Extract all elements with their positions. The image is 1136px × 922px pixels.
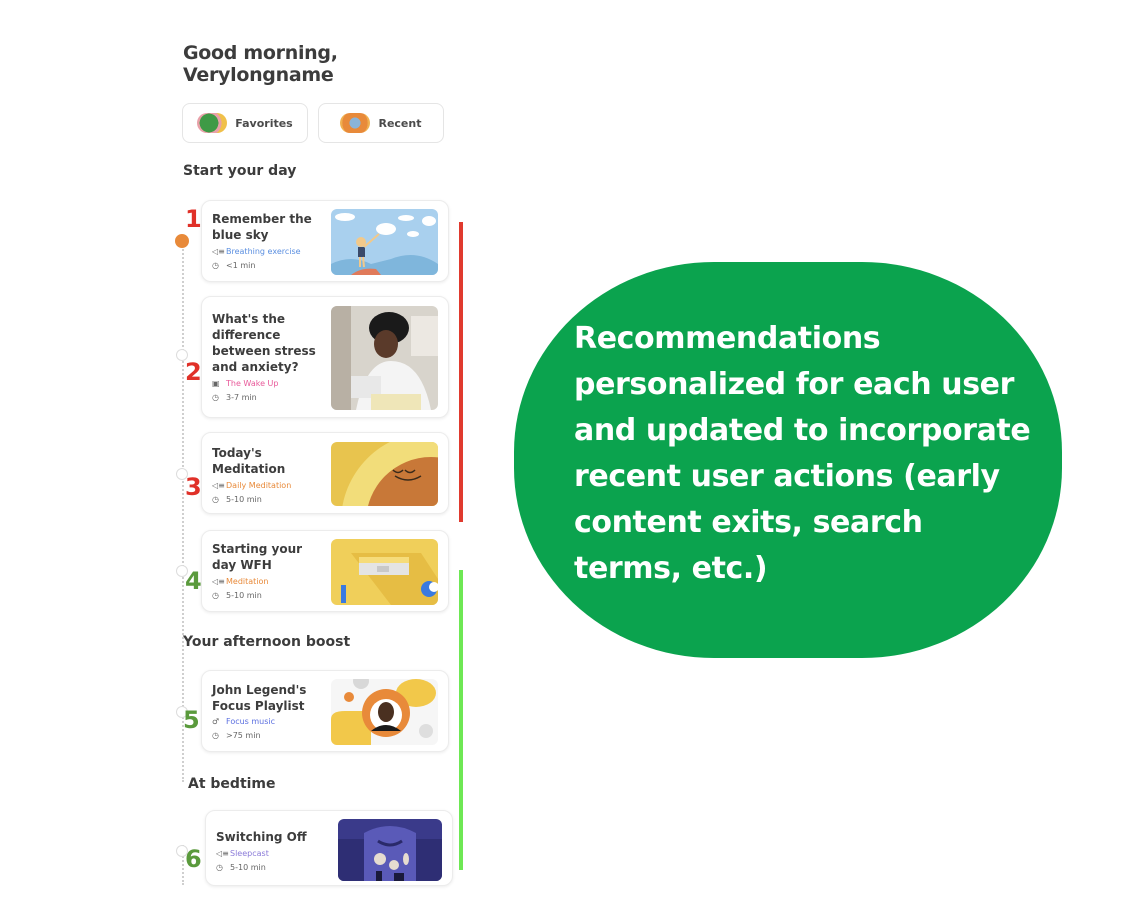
- favorites-button[interactable]: Favorites: [182, 103, 308, 143]
- audio-icon: ◁≡: [212, 247, 225, 256]
- music-icon: ♂: [212, 717, 220, 726]
- card-duration: ◷ 5-10 min: [216, 863, 266, 872]
- content-card[interactable]: Remember the blue sky ◁≡ Breathing exerc…: [201, 200, 449, 282]
- thumbnail-desk-workspace: [331, 539, 438, 605]
- favorites-collage-icon: [197, 113, 228, 133]
- card-duration: ◷ 3-7 min: [212, 393, 257, 402]
- video-icon: ▣: [212, 379, 220, 388]
- section-title-afternoon-boost: Your afternoon boost: [183, 634, 351, 650]
- card-category: ♂ Focus music: [212, 717, 275, 726]
- duration-label: >75 min: [226, 731, 261, 740]
- card-duration: ◷ >75 min: [212, 731, 261, 740]
- category-label: Breathing exercise: [226, 247, 301, 256]
- thumbnail-girl-reaching-clouds: [331, 209, 438, 275]
- favorites-label: Favorites: [235, 116, 293, 130]
- recent-collage-icon: [340, 113, 371, 133]
- audio-icon: ◁≡: [216, 849, 229, 858]
- annotation-bar-red: [459, 222, 463, 522]
- category-label: Sleepcast: [230, 849, 269, 858]
- annotation-bar-green: [459, 570, 463, 870]
- card-category: ◁≡ Daily Meditation: [212, 481, 291, 490]
- content-card[interactable]: Switching Off ◁≡ Sleepcast ◷ 5-10 min: [205, 810, 453, 886]
- thumbnail-sleeping-sun-face: [331, 442, 438, 506]
- card-title: What's the difference between stress and…: [212, 312, 316, 374]
- app-home-screen: Good morning, Verylongname Favorites Rec…: [170, 30, 470, 890]
- section-title-start-your-day: Start your day: [183, 163, 297, 179]
- card-title: Starting your day WFH: [212, 542, 303, 572]
- card-duration: ◷ 5-10 min: [212, 495, 262, 504]
- category-label: Meditation: [226, 577, 269, 586]
- recent-button[interactable]: Recent: [318, 103, 444, 143]
- card-title: John Legend's Focus Playlist: [212, 683, 307, 713]
- card-duration: ◷ 5-10 min: [212, 591, 262, 600]
- audio-icon: ◁≡: [212, 481, 225, 490]
- duration-label: 5-10 min: [226, 591, 262, 600]
- card-title: Switching Off: [216, 830, 307, 844]
- card-category: ◁≡ Sleepcast: [216, 849, 269, 858]
- thumbnail-john-legend-portrait: [331, 679, 438, 745]
- clock-icon: ◷: [216, 863, 223, 872]
- duration-label: 5-10 min: [230, 863, 266, 872]
- card-category: ▣ The Wake Up: [212, 379, 278, 388]
- user-name: Verylongname: [183, 64, 334, 86]
- thumbnail-purple-night-scene: [338, 819, 442, 881]
- recent-label: Recent: [378, 116, 422, 130]
- annotation-number: 2: [185, 358, 202, 386]
- annotation-number: 3: [185, 473, 202, 501]
- duration-label: 3-7 min: [226, 393, 257, 402]
- timeline-dot-current: [175, 234, 189, 248]
- card-duration: ◷ <1 min: [212, 261, 255, 270]
- duration-label: <1 min: [226, 261, 256, 270]
- annotation-number: 1: [185, 205, 202, 233]
- card-category: ◁≡ Meditation: [212, 577, 269, 586]
- content-card[interactable]: Starting your day WFH ◁≡ Meditation ◷ 5-…: [201, 530, 449, 612]
- category-label: Daily Meditation: [226, 481, 292, 490]
- card-title: Today's Meditation: [212, 446, 286, 476]
- timeline-track: [182, 242, 184, 782]
- section-title-at-bedtime: At bedtime: [188, 776, 276, 792]
- category-label: The Wake Up: [226, 379, 279, 388]
- card-category: ◁≡ Breathing exercise: [212, 247, 301, 256]
- audio-icon: ◁≡: [212, 577, 225, 586]
- greeting-line: Good morning,: [183, 42, 338, 64]
- content-card[interactable]: Today's Meditation ◁≡ Daily Meditation ◷…: [201, 432, 449, 514]
- annotation-number: 6: [185, 845, 202, 873]
- greeting-heading: Good morning, Verylongname: [183, 42, 338, 86]
- clock-icon: ◷: [212, 591, 219, 600]
- clock-icon: ◷: [212, 731, 219, 740]
- card-title: Remember the blue sky: [212, 212, 312, 242]
- clock-icon: ◷: [212, 393, 219, 402]
- content-card[interactable]: What's the difference between stress and…: [201, 296, 449, 418]
- clock-icon: ◷: [212, 261, 219, 270]
- annotation-number: 5: [183, 706, 200, 734]
- duration-label: 5-10 min: [226, 495, 262, 504]
- content-card[interactable]: John Legend's Focus Playlist ♂ Focus mus…: [201, 670, 449, 752]
- category-label: Focus music: [226, 717, 276, 726]
- annotation-number: 4: [185, 567, 202, 595]
- clock-icon: ◷: [212, 495, 219, 504]
- callout-text: Recommendations personalized for each us…: [574, 321, 1031, 586]
- thumbnail-person-at-laptop: [331, 306, 438, 410]
